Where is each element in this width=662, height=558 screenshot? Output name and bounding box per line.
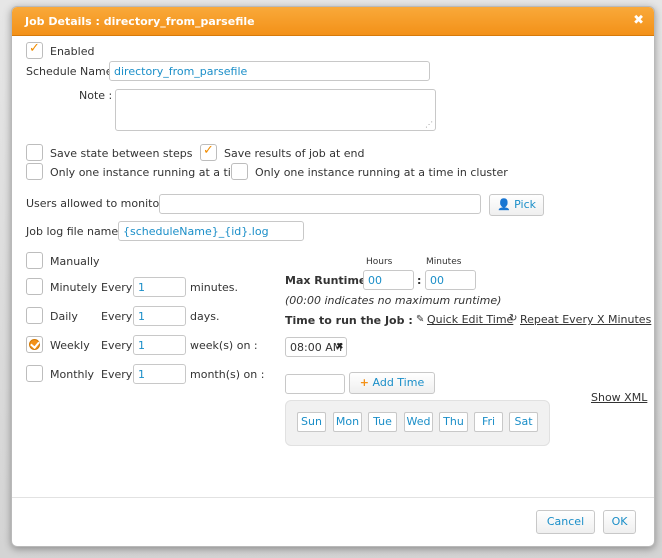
job-details-dialog: Job Details : directory_from_parsefile ✖… <box>11 6 655 547</box>
job-log-label: Job log file name : <box>26 225 126 238</box>
checkmark-icon: ✓ <box>29 41 40 56</box>
manually-radio[interactable] <box>26 252 43 269</box>
pencil-icon: ✎ <box>416 314 425 325</box>
minutely-unit: minutes. <box>190 281 239 294</box>
minutes-label: Minutes <box>426 257 462 267</box>
hours-label: Hours <box>366 257 393 267</box>
minutely-every-label: Every <box>101 281 133 294</box>
runtime-note: (00:00 indicates no maximum runtime) <box>285 294 502 307</box>
day-sat[interactable]: Sat <box>509 412 538 432</box>
add-time-label: Add Time <box>372 376 425 389</box>
save-state-checkbox[interactable] <box>26 144 43 161</box>
monthly-every-label: Every <box>101 368 133 381</box>
pick-button[interactable]: 👤 Pick <box>489 194 544 216</box>
minutely-label: Minutely <box>50 281 98 294</box>
weekly-unit: week(s) on : <box>190 339 258 352</box>
day-tue[interactable]: Tue <box>368 412 397 432</box>
weekly-label: Weekly <box>50 339 90 352</box>
daily-input[interactable]: 1 <box>133 306 186 326</box>
add-time-input[interactable] <box>285 374 345 394</box>
day-sun[interactable]: Sun <box>297 412 326 432</box>
monthly-radio[interactable] <box>26 365 43 382</box>
selected-dot-icon <box>29 339 40 350</box>
save-results-label: Save results of job at end <box>224 147 365 160</box>
monitor-input[interactable] <box>159 194 481 214</box>
one-instance-label: Only one instance running at a time <box>50 166 249 179</box>
user-icon: 👤 <box>496 198 511 211</box>
time-chip-value: 08:00 AM <box>290 341 343 354</box>
ok-button[interactable]: OK <box>603 510 636 534</box>
close-icon[interactable]: ✖ <box>633 13 644 28</box>
job-log-input[interactable]: {scheduleName}_{id}.log <box>118 221 304 241</box>
quick-edit-time-link[interactable]: Quick Edit Time <box>427 313 513 326</box>
daily-label: Daily <box>50 310 78 323</box>
runtime-separator: : <box>417 274 422 287</box>
daily-every-label: Every <box>101 310 133 323</box>
day-thu[interactable]: Thu <box>439 412 468 432</box>
schedule-name-input[interactable]: directory_from_parsefile <box>109 61 430 81</box>
daily-radio[interactable] <box>26 307 43 324</box>
manually-label: Manually <box>50 255 100 268</box>
minutely-input[interactable]: 1 <box>133 277 186 297</box>
repeat-every-link[interactable]: Repeat Every X Minutes <box>520 313 651 326</box>
plus-icon: + <box>359 376 369 389</box>
minutely-radio[interactable] <box>26 278 43 295</box>
schedule-name-label: Schedule Name : <box>26 65 120 78</box>
footer-divider <box>12 497 654 498</box>
dialog-titlebar: Job Details : directory_from_parsefile ✖ <box>12 7 654 36</box>
monitor-label: Users allowed to monitor : <box>26 197 171 210</box>
refresh-icon: ↻ <box>509 313 518 324</box>
note-textarea[interactable]: ⋰ <box>115 89 436 131</box>
show-xml-link[interactable]: Show XML <box>591 391 647 404</box>
weekdays-panel: Sun Mon Tue Wed Thu Fri Sat <box>285 400 550 446</box>
day-fri[interactable]: Fri <box>474 412 503 432</box>
weekly-every-label: Every <box>101 339 133 352</box>
pick-label: Pick <box>514 198 537 211</box>
runtime-hours-input[interactable]: 00 <box>363 270 414 290</box>
weekly-input[interactable]: 1 <box>133 335 186 355</box>
cancel-button[interactable]: Cancel <box>536 510 595 534</box>
day-wed[interactable]: Wed <box>404 412 433 432</box>
monthly-label: Monthly <box>50 368 95 381</box>
add-time-button[interactable]: + Add Time <box>349 372 435 394</box>
enabled-label: Enabled <box>50 45 95 58</box>
note-label: Note : <box>79 89 113 102</box>
monthly-input[interactable]: 1 <box>133 364 186 384</box>
enabled-checkbox[interactable]: ✓ <box>26 41 43 59</box>
one-instance-cluster-label: Only one instance running at a time in c… <box>255 166 508 179</box>
time-to-run-label: Time to run the Job : <box>285 314 413 327</box>
monthly-unit: month(s) on : <box>190 368 265 381</box>
save-state-label: Save state between steps <box>50 147 193 160</box>
remove-time-icon[interactable]: ✖ <box>336 342 344 352</box>
weekly-radio[interactable] <box>26 336 43 353</box>
checkmark-icon: ✓ <box>203 143 214 158</box>
max-runtime-label: Max Runtime : <box>285 274 375 287</box>
resize-grip-icon[interactable]: ⋰ <box>425 120 433 129</box>
dialog-title: Job Details : directory_from_parsefile <box>25 15 255 28</box>
save-results-checkbox[interactable]: ✓ <box>200 143 217 161</box>
one-instance-cluster-checkbox[interactable] <box>231 163 248 180</box>
runtime-minutes-input[interactable]: 00 <box>425 270 476 290</box>
daily-unit: days. <box>190 310 220 323</box>
one-instance-checkbox[interactable] <box>26 163 43 180</box>
day-mon[interactable]: Mon <box>333 412 362 432</box>
